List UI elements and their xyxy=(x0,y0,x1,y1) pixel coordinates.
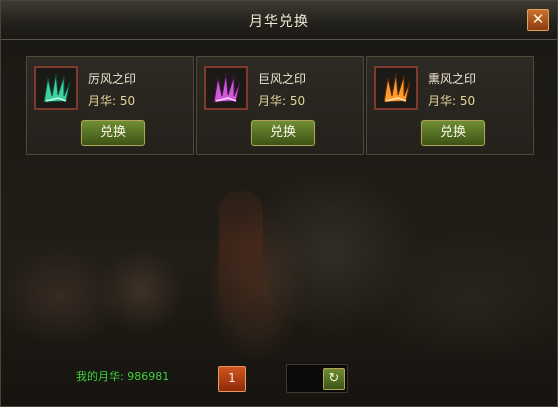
item-card: 熏风之印 月华: 50 兑换 xyxy=(366,56,534,155)
item-name: 厉风之印 xyxy=(88,72,137,86)
exchange-button[interactable]: 兑换 xyxy=(421,120,485,146)
exchange-window: 月华兑换 ✕ 厉风之印 月华: 50 兑换 巨风之印 月华: 50 兑换 熏风之… xyxy=(0,0,558,407)
orange-wing-icon xyxy=(376,68,416,108)
item-price: 月华: 50 xyxy=(428,94,476,108)
title-bar: 月华兑换 ✕ xyxy=(1,1,557,40)
green-wing-icon xyxy=(36,68,76,108)
item-slot[interactable] xyxy=(204,66,248,110)
refresh-icon: ↻ xyxy=(328,371,340,386)
item-name: 熏风之印 xyxy=(428,72,477,86)
item-card: 巨风之印 月华: 50 兑换 xyxy=(196,56,364,155)
item-slot[interactable] xyxy=(374,66,418,110)
refresh-button[interactable]: ↻ xyxy=(323,368,345,390)
close-button[interactable]: ✕ xyxy=(527,9,549,31)
close-icon: ✕ xyxy=(531,10,545,28)
item-price: 月华: 50 xyxy=(258,94,306,108)
purple-wing-icon xyxy=(206,68,246,108)
my-yuehua-balance: 我的月华: 986981 xyxy=(76,370,170,383)
item-card: 厉风之印 月华: 50 兑换 xyxy=(26,56,194,155)
window-title: 月华兑换 xyxy=(249,14,309,30)
exchange-button[interactable]: 兑换 xyxy=(81,120,145,146)
item-name: 巨风之印 xyxy=(258,72,307,86)
item-slot[interactable] xyxy=(34,66,78,110)
exchange-button[interactable]: 兑换 xyxy=(251,120,315,146)
item-price: 月华: 50 xyxy=(88,94,136,108)
background-figure xyxy=(219,191,263,321)
page-number-button[interactable]: 1 xyxy=(218,366,246,392)
